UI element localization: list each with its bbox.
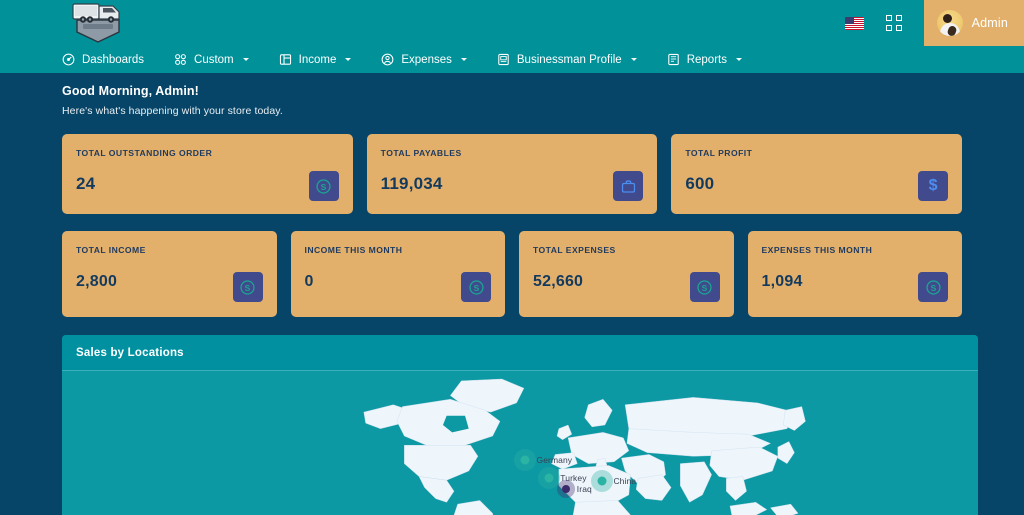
map-canvas [62, 371, 978, 515]
stat-card-total-expenses[interactable]: TOTAL EXPENSES 52,660 S [519, 231, 734, 317]
topbar-right-group: Admin [844, 0, 1024, 46]
main-navigation: Dashboards Custom Income Expenses Busine… [0, 46, 1024, 73]
svg-text:S: S [321, 181, 327, 191]
world-map-svg [62, 371, 978, 515]
stat-card-total-income[interactable]: TOTAL INCOME 2,800 S [62, 231, 277, 317]
stat-card-title: INCOME THIS MONTH [304, 245, 403, 255]
briefcase-icon [613, 171, 644, 201]
dollar-circle-icon: S [689, 272, 720, 302]
dollar-circle-icon: S [308, 171, 339, 201]
admin-label: Admin [971, 16, 1008, 30]
layout-icon [279, 54, 291, 65]
stat-card-title: TOTAL EXPENSES [533, 245, 616, 255]
nav-label-income: Income [298, 53, 337, 66]
marker-dot [544, 473, 554, 483]
panel-title: Sales by Locations [76, 346, 184, 359]
nav-label-businessman-profile: Businessman Profile [516, 53, 622, 66]
page-title: Good Morning, Admin! [62, 84, 199, 98]
map-marker-label: Germany [536, 455, 573, 466]
admin-menu-button[interactable]: Admin [923, 0, 1024, 46]
nav-item-expenses[interactable]: Expenses [381, 53, 484, 66]
stat-card-total-payables[interactable]: TOTAL PAYABLES 119,034 [366, 134, 658, 214]
marker-dot [520, 455, 530, 465]
fullscreen-corner-bl [885, 25, 892, 31]
stat-card-expenses-this-month[interactable]: EXPENSES THIS MONTH 1,094 S [747, 231, 962, 317]
chevron-down-icon [630, 58, 637, 61]
nav-item-income[interactable]: Income [279, 53, 369, 66]
dollar-sign-icon: $ [918, 171, 949, 201]
nav-item-businessman-profile[interactable]: Businessman Profile [497, 53, 654, 66]
stat-card-value: 600 [685, 174, 715, 193]
avatar [936, 10, 963, 36]
map-marker-label: Iraq [576, 484, 592, 495]
chevron-down-icon [242, 58, 249, 61]
dollar-circle-glyph: S [697, 279, 712, 295]
book-icon [498, 53, 509, 66]
nav-label-dashboards: Dashboards [82, 53, 145, 66]
fullscreen-corner-tr [895, 15, 902, 21]
nav-item-reports[interactable]: Reports [667, 53, 759, 66]
dollar-circle-glyph: S [925, 279, 941, 295]
chevron-down-icon [735, 58, 742, 61]
dollar-circle-icon: S [461, 272, 491, 302]
dollar-circle-glyph: S [468, 279, 484, 295]
fullscreen-corner-br [895, 25, 902, 31]
truck-logo-icon [72, 3, 120, 43]
page-subtitle: Here's what's happening with your store … [62, 105, 283, 117]
stats-row-2: TOTAL INCOME 2,800 S INCOME THIS MONTH 0… [0, 231, 1024, 317]
svg-text:S: S [930, 282, 936, 292]
stat-card-title: TOTAL PAYABLES [380, 148, 462, 158]
stat-card-value: 24 [76, 174, 96, 193]
stat-card-total-profit[interactable]: TOTAL PROFIT 600 $ [671, 134, 963, 214]
panel-header: Sales by Locations [62, 335, 978, 371]
page-content: Good Morning, Admin! Here's what's happe… [0, 73, 1024, 515]
stat-card-title: EXPENSES THIS MONTH [761, 245, 873, 255]
marker-dot [597, 476, 607, 486]
svg-text:S: S [702, 282, 708, 292]
fullscreen-icon[interactable] [885, 15, 902, 31]
marker-dot [561, 485, 570, 494]
dollar-glyph: $ [928, 177, 938, 194]
chevron-down-icon [460, 58, 467, 61]
stat-card-value: 119,034 [380, 174, 443, 193]
fullscreen-corner-tl [885, 15, 892, 21]
report-icon [667, 53, 679, 66]
dashboard-icon [62, 53, 75, 66]
briefcase-glyph [621, 179, 635, 193]
world-map[interactable]: Germany Turkey Iraq China [62, 371, 978, 515]
grid-icon [175, 54, 186, 65]
truck-logo[interactable] [62, 0, 132, 46]
avatar-head [942, 14, 952, 23]
flag-canton [844, 16, 854, 24]
stat-card-total-outstanding-order[interactable]: TOTAL OUTSTANDING ORDER 24 S [62, 134, 353, 214]
sales-by-locations-panel: Sales by Locations Germany Turkey Iraq C… [62, 335, 978, 515]
top-bar: Admin [0, 0, 1024, 46]
nav-label-reports: Reports [686, 53, 727, 66]
nav-label-expenses: Expenses [401, 53, 452, 66]
nav-item-custom[interactable]: Custom [174, 53, 266, 66]
stats-row-1: TOTAL OUTSTANDING ORDER 24 S TOTAL PAYAB… [0, 134, 1024, 214]
stat-card-title: TOTAL INCOME [76, 245, 146, 255]
stat-card-title: TOTAL OUTSTANDING ORDER [76, 148, 213, 158]
stat-card-title: TOTAL PROFIT [685, 148, 753, 158]
greeting-block: Good Morning, Admin! Here's what's happe… [0, 84, 1024, 117]
dollar-circle-glyph: S [240, 279, 255, 295]
map-marker-label: China [613, 475, 637, 486]
us-flag-icon[interactable] [844, 16, 864, 30]
dollar-circle-icon: S [232, 272, 263, 302]
nav-label-custom: Custom [194, 53, 234, 66]
svg-text:S: S [473, 282, 479, 292]
dollar-circle-icon: S [918, 272, 948, 302]
user-circle-icon [381, 53, 394, 66]
stat-card-income-this-month[interactable]: INCOME THIS MONTH 0 S [290, 231, 505, 317]
dollar-circle-glyph: S [316, 178, 331, 194]
svg-text:S: S [245, 282, 251, 292]
nav-item-dashboards[interactable]: Dashboards [62, 53, 161, 66]
chevron-down-icon [345, 58, 352, 61]
